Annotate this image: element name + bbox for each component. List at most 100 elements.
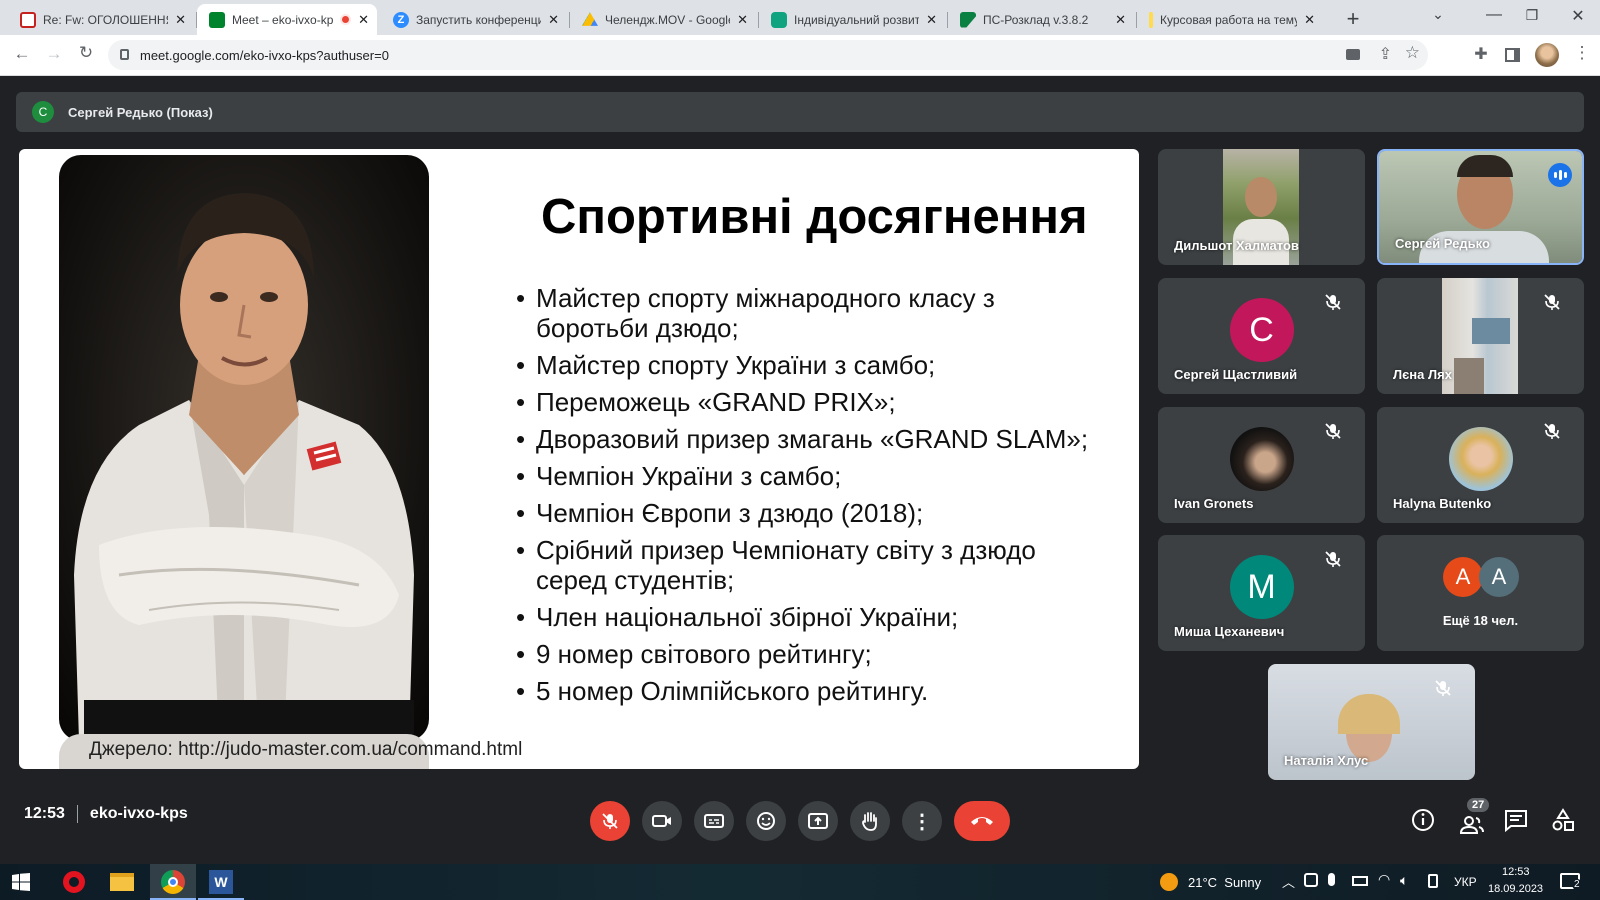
file-explorer-icon[interactable] (110, 870, 134, 894)
restore-button[interactable]: ❐ (1522, 7, 1542, 24)
participant-name: Сергей Щастливий (1174, 367, 1298, 382)
new-tab-button[interactable]: + (1343, 6, 1363, 32)
captions-button[interactable] (694, 801, 734, 841)
raise-hand-button[interactable] (850, 801, 890, 841)
tab-search-chevron-icon[interactable]: ⌄ (1428, 6, 1448, 23)
source-caption: Джерело: http://judo-master.com.ua/comma… (89, 739, 523, 760)
close-tab-icon[interactable]: ✕ (548, 12, 559, 28)
reactions-button[interactable] (746, 801, 786, 841)
tab-email[interactable]: Re: Fw: ОГОЛОШЕННЯ ✕ (8, 4, 194, 35)
hand-icon (862, 812, 877, 831)
clock-date[interactable]: 18.09.2023 (1488, 883, 1543, 895)
chrome-taskbar-button[interactable] (150, 864, 196, 900)
battery-icon[interactable] (1352, 876, 1368, 886)
mic-off-icon (1325, 294, 1341, 310)
tab-label: Meet – eko-ivxo-kps (232, 12, 334, 27)
clock-time[interactable]: 12:53 (1502, 866, 1530, 878)
tab-zoom[interactable]: Z Запустить конференцию ✕ (381, 4, 567, 35)
document-icon (1149, 11, 1153, 28)
participant-name: Halyna Butenko (1393, 496, 1492, 511)
participant-tile[interactable]: Дильшот Халматов (1158, 149, 1365, 265)
participant-tile[interactable]: Halyna Butenko (1377, 407, 1584, 523)
microphone-tray-icon[interactable] (1328, 873, 1335, 886)
forward-arrow-icon[interactable]: → (44, 44, 64, 64)
show-hidden-icons-chevron-icon[interactable]: ︿ (1282, 872, 1295, 891)
address-field[interactable]: meet.google.com/eko-ivxo-kps?authuser=0 … (108, 40, 1428, 70)
extensions-icon[interactable]: ✚ (1471, 44, 1491, 64)
participant-name: Наталія Хлус (1284, 753, 1369, 768)
chatgpt-icon (771, 11, 787, 28)
notification-count: 2 (1572, 879, 1582, 890)
minimize-button[interactable]: — (1484, 6, 1504, 24)
mic-off-icon (1544, 294, 1560, 310)
mic-toggle-button[interactable] (590, 801, 630, 841)
back-arrow-icon[interactable]: ← (12, 44, 32, 64)
camera-icon[interactable] (1346, 49, 1360, 60)
divider (76, 805, 78, 823)
wifi-icon[interactable]: ◠ (1378, 871, 1390, 888)
notifications-icon[interactable]: 2 (1560, 873, 1582, 890)
tab-label: ПС-Розклад v.3.8.2 (983, 12, 1089, 27)
people-button[interactable]: 27 (1454, 798, 1490, 838)
participant-tile[interactable]: Сергей Редько (1377, 149, 1584, 265)
reload-icon[interactable]: ↻ (76, 43, 96, 63)
list-item: Майстер спорту міжнародного класу з боро… (514, 283, 1094, 343)
language-indicator[interactable]: УКР (1454, 875, 1477, 889)
word-taskbar-button[interactable]: W (198, 864, 244, 900)
volume-icon[interactable]: 🔈︎ (1400, 872, 1408, 889)
achievements-list: Майстер спорту міжнародного класу з боро… (514, 283, 1094, 713)
presenter-avatar: С (32, 101, 54, 123)
tab-schedule[interactable]: ПС-Розклад v.3.8.2 ✕ (948, 4, 1134, 35)
keyboard-tray-icon[interactable] (1428, 874, 1438, 888)
leave-call-button[interactable] (954, 801, 1010, 841)
close-tab-icon[interactable]: ✕ (1115, 12, 1126, 28)
close-tab-icon[interactable]: ✕ (926, 12, 937, 28)
more-participants-tile[interactable]: А А Ещё 18 чел. (1377, 535, 1584, 651)
participant-avatar: А (1479, 557, 1519, 597)
lock-icon (120, 49, 129, 60)
activities-icon[interactable] (1549, 806, 1577, 834)
participant-tile[interactable]: Наталія Хлус (1268, 664, 1475, 780)
presentation-banner: С Сергей Редько (Показ) (16, 92, 1584, 132)
tab-coursework[interactable]: Курсовая работа на тему ✕ (1137, 4, 1323, 35)
bookmark-star-icon[interactable]: ☆ (1405, 43, 1420, 63)
weather-label[interactable]: 21°C Sunny (1188, 875, 1261, 890)
presenter-label: Сергей Редько (Показ) (68, 104, 213, 120)
more-participants-label: Ещё 18 чел. (1442, 613, 1519, 628)
mic-off-icon (1325, 551, 1341, 567)
video-camera-icon (652, 815, 671, 827)
close-tab-icon[interactable]: ✕ (175, 12, 186, 28)
chat-icon[interactable] (1502, 806, 1530, 834)
participant-tile[interactable]: М Миша Цеханевич (1158, 535, 1365, 651)
present-button[interactable] (798, 801, 838, 841)
meet-tray-icon[interactable] (1304, 873, 1318, 887)
people-icon (1459, 816, 1484, 834)
tab-meet[interactable]: Meet – eko-ivxo-kps ✕ (197, 4, 377, 35)
opera-icon[interactable] (62, 870, 86, 894)
participant-tile[interactable]: С Сергей Щастливий (1158, 278, 1365, 394)
recording-icon (340, 14, 352, 25)
share-icon[interactable]: ⇪ (1379, 44, 1392, 64)
meeting-details-info-icon[interactable] (1409, 806, 1437, 834)
close-tab-icon[interactable]: ✕ (1304, 12, 1315, 28)
close-tab-icon[interactable]: ✕ (358, 12, 369, 28)
participant-tile[interactable]: Лєна Лях (1377, 278, 1584, 394)
meet-app: С Сергей Редько (Показ) Джерело: http://… (0, 76, 1600, 864)
tab-chatgpt[interactable]: Індивідуальний розвиток ✕ (759, 4, 945, 35)
speaking-indicator-icon (1548, 163, 1572, 187)
participant-tile[interactable]: Ivan Gronets (1158, 407, 1365, 523)
mic-off-icon (1435, 680, 1451, 696)
shared-slide: Джерело: http://judo-master.com.ua/comma… (19, 149, 1139, 769)
windows-start-icon[interactable] (12, 873, 30, 891)
more-options-button[interactable]: ⋮ (902, 801, 942, 841)
side-panel-icon[interactable] (1505, 48, 1520, 62)
close-window-button[interactable]: ✕ (1568, 6, 1588, 26)
tab-drive[interactable]: Челендж.MOV - Google ✕ (570, 4, 756, 35)
participant-photo (1229, 427, 1294, 491)
close-tab-icon[interactable]: ✕ (737, 12, 748, 28)
mail-icon (20, 11, 36, 28)
profile-avatar[interactable] (1535, 43, 1559, 67)
menu-kebab-icon[interactable]: ⋮ (1572, 43, 1592, 63)
schedule-icon (960, 11, 976, 28)
camera-toggle-button[interactable] (642, 801, 682, 841)
